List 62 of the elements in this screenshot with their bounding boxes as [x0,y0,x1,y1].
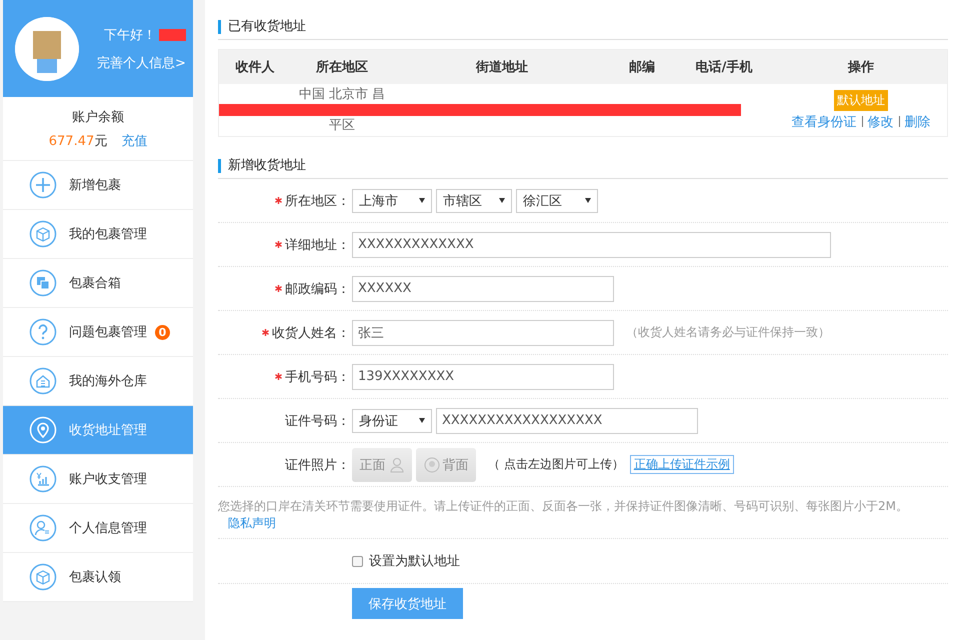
required-icon [262,329,269,336]
column-header: 街道地址 [393,50,611,84]
input-field[interactable]: XXXXXXXXXXXXXXXXXX [436,408,698,434]
column-header: 操作 [775,50,948,84]
required-icon [275,241,282,248]
field-label: 证件号码： [285,412,350,430]
box-icon [29,563,57,591]
field-label: 证件照片： [285,456,350,474]
required-icon [275,373,282,380]
chart-icon [29,465,57,493]
column-header: 电话/手机 [673,50,775,84]
field-hint: （收货人姓名请务必与证件保持一致） [626,324,830,341]
sidebar-item[interactable]: 包裹合箱 [3,259,193,308]
input-field[interactable]: XXXXXX [352,276,614,302]
avatar [15,16,79,80]
field-label: 收货人姓名： [272,324,350,342]
column-header: 邮编 [611,50,673,84]
count-badge: 0 [155,324,170,340]
table-cell: 平区 [329,118,355,133]
field-label: 邮政编码： [285,280,350,298]
greeting: 下午好！ [104,26,156,44]
box-icon [29,220,57,248]
section-title: 已有收货地址 [218,20,306,34]
required-icon [275,197,282,204]
sidebar-item[interactable]: 个人信息管理 [3,504,193,553]
sidebar-item[interactable]: 账户收支管理 [3,455,193,504]
field-label: 详细地址： [285,236,350,254]
input-field[interactable]: 张三 [352,320,614,346]
checkbox[interactable] [352,556,363,566]
required-icon [275,285,282,292]
id-type-select[interactable]: 身份证 [352,408,432,432]
balance-amount: 677.47 [48,134,94,148]
sidebar-item[interactable]: 问题包裹管理 0 [3,308,193,357]
currency-unit: 元 [94,134,108,148]
table-cell: 中国 北京市 昌 [298,87,386,102]
redaction-bar [158,28,186,40]
default-badge: 默认地址 [834,90,888,110]
field-label: 手机号码： [285,368,350,386]
column-header: 收件人 [218,50,291,84]
sidebar-item[interactable]: 我的包裹管理 [3,210,193,259]
region-select[interactable]: 上海市 [352,188,432,212]
person-icon [29,514,57,542]
plus-icon [29,171,57,199]
emblem-icon [424,456,440,472]
sidebar-item[interactable]: 新增包裹 [3,161,193,210]
pin-icon [29,416,57,444]
input-field[interactable]: 139XXXXXXXX [352,364,614,390]
sidebar-item[interactable]: 包裹认领 [3,553,193,602]
upload-hint: （ 点击左边图片可上传） [488,456,624,473]
region-select[interactable]: 市辖区 [436,188,512,212]
merge-icon [29,269,57,297]
checkbox-label: 设置为默认地址 [369,553,460,570]
house-icon [29,367,57,395]
field-label: 所在地区： [285,192,350,210]
input-field[interactable]: XXXXXXXXXXXXX [352,232,831,258]
region-select[interactable]: 徐汇区 [516,188,598,212]
column-header: 所在地区 [291,50,393,84]
question-icon [29,318,57,346]
balance-label: 账户余额 [72,108,124,126]
notice-text: 您选择的口岸在清关环节需要使用证件。请上传证件的正面、反面各一张，并保持证件图像清晰、号码可识别、每张图片小于2M。 隐私声明 [218,487,948,539]
section-title: 新增收货地址 [218,158,306,172]
person-icon [388,456,404,472]
